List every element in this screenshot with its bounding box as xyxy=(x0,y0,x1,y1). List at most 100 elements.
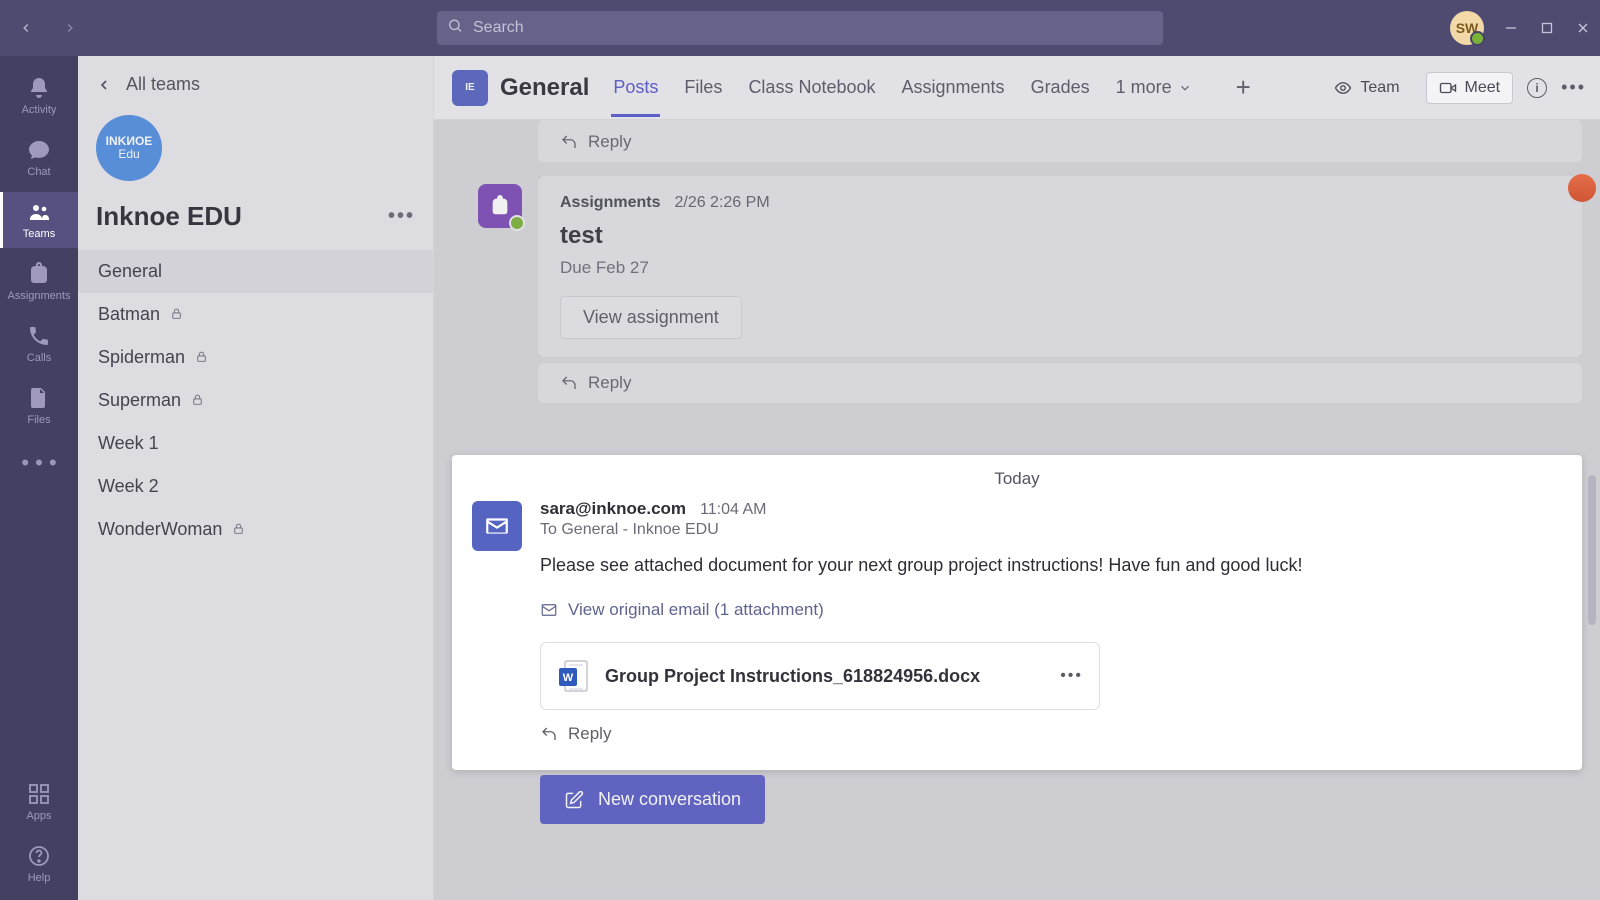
compose-icon xyxy=(564,790,584,810)
chevron-down-icon xyxy=(1178,81,1192,95)
scrollbar-thumb[interactable] xyxy=(1588,475,1596,625)
feed: Reply Assignments 2/26 2:26 PM test Due … xyxy=(434,120,1600,900)
add-tab-button[interactable]: + xyxy=(1236,72,1251,103)
channel-week-1[interactable]: Week 1 xyxy=(78,422,433,465)
new-conversation-button[interactable]: New conversation xyxy=(540,775,765,824)
channel-batman[interactable]: Batman xyxy=(78,293,433,336)
header-more-button[interactable]: ••• xyxy=(1561,77,1586,98)
tab-assignments[interactable]: Assignments xyxy=(900,59,1007,116)
channel-general[interactable]: General xyxy=(78,250,433,293)
teams-icon xyxy=(27,200,51,224)
tab-files[interactable]: Files xyxy=(682,59,724,116)
email-to: To General - Inknoe EDU xyxy=(540,521,1562,539)
channel-wonderwoman[interactable]: WonderWoman xyxy=(78,508,433,551)
search-icon xyxy=(447,18,463,39)
channel-superman[interactable]: Superman xyxy=(78,379,433,422)
assignment-time: 2/26 2:26 PM xyxy=(674,194,769,212)
scrollbar[interactable] xyxy=(1584,120,1598,900)
apps-icon xyxy=(27,782,51,806)
attachment-more-button[interactable]: ••• xyxy=(1060,667,1083,685)
tab-posts[interactable]: Posts xyxy=(611,59,660,116)
meet-button[interactable]: Meet xyxy=(1426,72,1514,104)
channel-label: Superman xyxy=(98,390,181,411)
team-badge-icon: IE xyxy=(452,70,488,106)
reply-label: Reply xyxy=(568,724,611,744)
meet-btn-label: Meet xyxy=(1465,79,1501,97)
email-app-icon xyxy=(472,501,522,551)
tab-more-dropdown[interactable]: 1 more xyxy=(1114,59,1194,116)
reply-label: Reply xyxy=(588,132,631,152)
view-assignment-button[interactable]: View assignment xyxy=(560,296,742,339)
file-icon xyxy=(27,386,51,410)
search-input[interactable] xyxy=(437,11,1163,45)
titlebar: SW xyxy=(0,0,1600,56)
channel-label: Week 1 xyxy=(98,433,159,454)
window-maximize-button[interactable] xyxy=(1538,19,1556,37)
nav-back-button[interactable] xyxy=(10,12,42,44)
rail-apps[interactable]: Apps xyxy=(0,774,78,830)
attachment-name: Group Project Instructions_618824956.doc… xyxy=(605,666,980,687)
tab-class-notebook[interactable]: Class Notebook xyxy=(746,59,877,116)
rail-calls[interactable]: Calls xyxy=(0,316,78,372)
rail-help[interactable]: Help xyxy=(0,836,78,900)
assignment-reply-row: Reply xyxy=(538,363,1582,403)
rail-activity[interactable]: Activity xyxy=(0,68,78,124)
rail-label: Help xyxy=(28,872,51,884)
assignment-card: Assignments 2/26 2:26 PM test Due Feb 27… xyxy=(538,176,1582,357)
rail-chat[interactable]: Chat xyxy=(0,130,78,186)
email-from: sara@inknoe.com xyxy=(540,499,686,519)
reply-button[interactable]: Reply xyxy=(560,369,1560,393)
reply-icon xyxy=(560,374,578,392)
app-rail: Activity Chat Teams Assignments Calls Fi… xyxy=(0,56,78,900)
rail-assignments[interactable]: Assignments xyxy=(0,254,78,310)
assignment-app-icon xyxy=(478,184,522,228)
view-original-email-link[interactable]: View original email (1 attachment) xyxy=(540,600,1562,620)
lock-icon xyxy=(195,347,208,368)
user-avatar[interactable]: SW xyxy=(1450,11,1484,45)
backpack-icon xyxy=(27,262,51,286)
assignment-author: Assignments xyxy=(560,194,660,212)
reply-icon xyxy=(540,725,558,743)
svg-text:W: W xyxy=(563,672,574,684)
tab-grades[interactable]: Grades xyxy=(1029,59,1092,116)
lock-icon xyxy=(170,304,183,325)
channel-label: Batman xyxy=(98,304,160,325)
rail-files[interactable]: Files xyxy=(0,378,78,434)
back-label: All teams xyxy=(126,74,200,95)
message-reply-stub: Reply xyxy=(538,120,1582,162)
team-sidepanel: All teams INKИOEEdu Inknoe EDU ••• Gener… xyxy=(78,56,434,900)
team-more-button[interactable]: ••• xyxy=(388,205,415,228)
logo-text-bottom: Edu xyxy=(118,148,139,161)
team-info-button[interactable]: Team xyxy=(1322,73,1411,103)
channel-label: Week 2 xyxy=(98,476,159,497)
day-divider: Today xyxy=(472,469,1562,489)
reply-button[interactable]: Reply xyxy=(560,128,1560,152)
reply-button[interactable]: Reply xyxy=(540,724,1562,744)
team-name: Inknoe EDU xyxy=(96,201,242,232)
reply-label: Reply xyxy=(588,373,631,393)
chat-icon xyxy=(27,138,51,162)
nav-forward-button[interactable] xyxy=(54,12,86,44)
attachment-card[interactable]: W Group Project Instructions_618824956.d… xyxy=(540,642,1100,710)
eye-icon xyxy=(1334,79,1352,97)
window-close-button[interactable] xyxy=(1574,19,1592,37)
mail-icon xyxy=(540,601,558,619)
channel-week-2[interactable]: Week 2 xyxy=(78,465,433,508)
view-original-label: View original email (1 attachment) xyxy=(568,600,824,620)
phone-icon xyxy=(27,324,51,348)
rail-more-button[interactable]: • • • xyxy=(21,440,56,486)
email-time: 11:04 AM xyxy=(700,501,766,519)
word-doc-icon: W xyxy=(559,659,589,693)
reply-icon xyxy=(560,133,578,151)
channel-name: General xyxy=(500,74,589,102)
help-icon xyxy=(27,844,51,868)
rail-teams[interactable]: Teams xyxy=(0,192,78,248)
info-button[interactable]: i xyxy=(1527,78,1547,98)
channel-label: WonderWoman xyxy=(98,519,222,540)
channel-label: Spiderman xyxy=(98,347,185,368)
window-minimize-button[interactable] xyxy=(1502,19,1520,37)
team-logo: INKИOEEdu xyxy=(96,115,433,181)
back-to-all-teams[interactable]: All teams xyxy=(78,56,433,113)
rail-label: Teams xyxy=(23,228,55,240)
channel-spiderman[interactable]: Spiderman xyxy=(78,336,433,379)
